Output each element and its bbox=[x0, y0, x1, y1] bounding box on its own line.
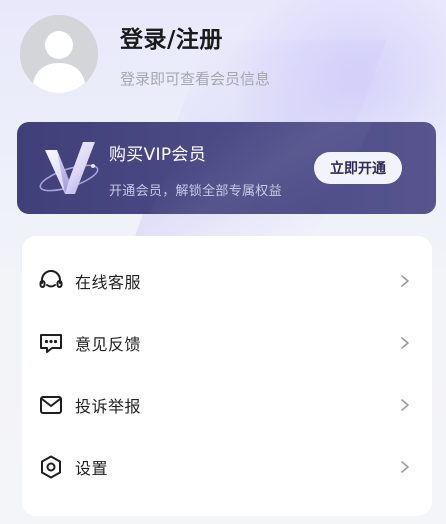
menu-item-complaint-report[interactable]: 投诉举报 bbox=[22, 380, 432, 430]
login-hint-text: 登录即可查看会员信息 bbox=[120, 69, 271, 88]
open-vip-button[interactable]: 立即开通 bbox=[314, 152, 402, 184]
vip-v-logo-icon bbox=[39, 142, 99, 194]
profile-text: 登录/注册 登录即可查看会员信息 bbox=[120, 20, 270, 89]
default-user-avatar-icon bbox=[20, 15, 98, 93]
feedback-chat-icon bbox=[38, 330, 64, 356]
avatar[interactable] bbox=[20, 15, 98, 93]
login-register-link[interactable]: 登录/注册 bbox=[120, 20, 270, 54]
vip-membership-card[interactable]: 购买VIP会员 开通会员，解锁全部专属权益 立即开通 bbox=[17, 122, 436, 214]
menu-item-feedback[interactable]: 意见反馈 bbox=[22, 318, 432, 368]
settings-hexagon-icon bbox=[38, 454, 64, 480]
menu-item-label: 投诉举报 bbox=[75, 397, 142, 416]
menu-item-settings[interactable]: 设置 bbox=[22, 442, 432, 492]
mail-icon bbox=[38, 392, 64, 418]
menu-item-label: 设置 bbox=[75, 459, 109, 478]
menu-item-label: 意见反馈 bbox=[75, 335, 142, 354]
chevron-right-icon bbox=[398, 460, 412, 474]
menu-list: 在线客服 意见反馈 投诉举报 设置 bbox=[22, 236, 432, 516]
chevron-right-icon bbox=[398, 336, 412, 350]
chevron-right-icon bbox=[398, 274, 412, 288]
profile-header: 登录/注册 登录即可查看会员信息 bbox=[20, 10, 430, 98]
menu-item-label: 在线客服 bbox=[75, 273, 142, 292]
vip-title: 购买VIP会员 bbox=[109, 145, 206, 165]
vip-subtitle: 开通会员，解锁全部专属权益 bbox=[109, 184, 282, 199]
chevron-right-icon bbox=[398, 398, 412, 412]
menu-item-online-service[interactable]: 在线客服 bbox=[22, 256, 432, 306]
headset-icon bbox=[38, 268, 64, 294]
